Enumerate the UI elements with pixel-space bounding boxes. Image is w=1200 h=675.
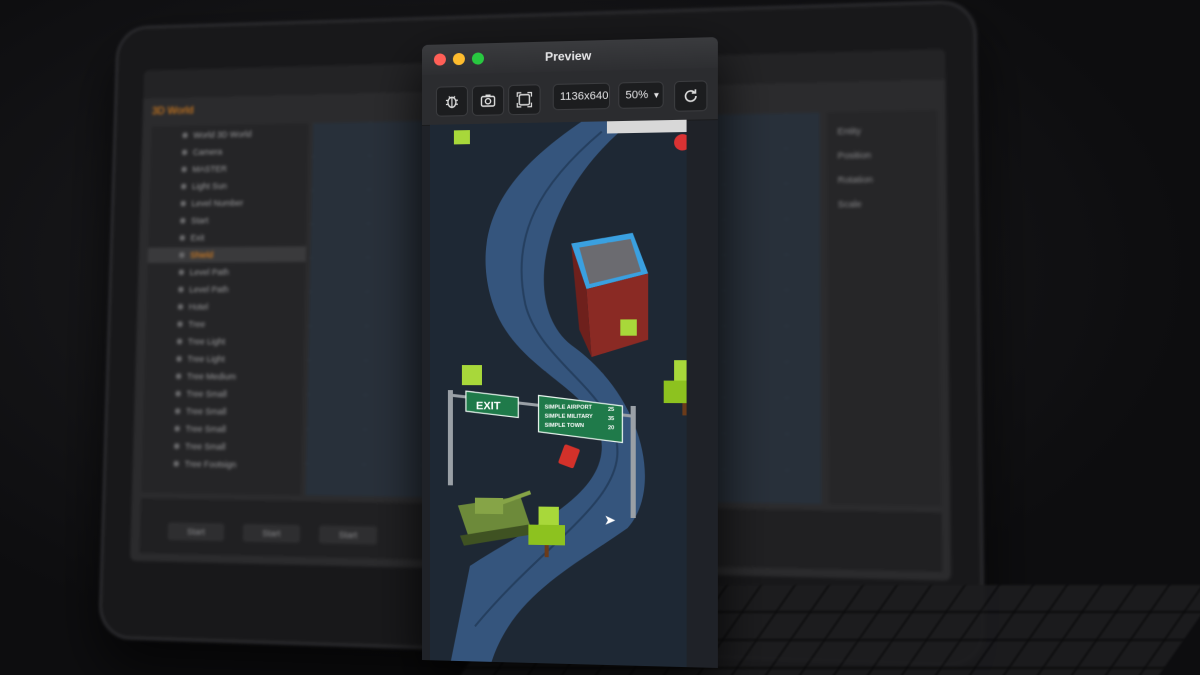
window-title: Preview (422, 45, 718, 67)
node-icon (178, 304, 184, 310)
svg-text:SIMPLE MILITARY: SIMPLE MILITARY (545, 414, 594, 420)
game-scene: EXIT SIMPLE AIRPORT SIMPLE MILITARY SIMP… (430, 120, 687, 667)
node-icon (176, 373, 182, 379)
zoom-select[interactable]: 50% ▼ (618, 81, 663, 109)
tree (454, 130, 470, 144)
resolution-value: 1136x640 (560, 90, 609, 103)
bug-icon[interactable] (436, 86, 468, 117)
preview-toolbar: 1136x640 50% ▼ (422, 68, 718, 126)
svg-text:35: 35 (608, 416, 614, 422)
hierarchy-item-label: Level Path (190, 267, 230, 277)
hierarchy-item-label: Tree Small (186, 406, 226, 416)
inspector-label: Rotation (838, 173, 928, 184)
resolution-select[interactable]: 1136x640 (553, 83, 610, 111)
editor-tab[interactable]: 3D World (152, 105, 194, 117)
hierarchy-item[interactable]: Tree Medium (144, 368, 303, 384)
hierarchy-item[interactable]: Shield (148, 246, 306, 263)
node-icon (181, 184, 187, 190)
node-icon (175, 408, 181, 414)
hierarchy-item[interactable]: Tree Light (145, 351, 304, 367)
hierarchy-item-label: Exit (190, 233, 204, 243)
node-icon (180, 218, 186, 224)
hierarchy-item[interactable]: MASTER (150, 160, 308, 178)
hierarchy-item-label: Shield (190, 250, 213, 260)
node-icon (173, 461, 179, 467)
node-icon (180, 201, 186, 207)
hierarchy-item[interactable]: Level Number (149, 194, 307, 211)
inspector-panel: Entity Position Rotation Scale (827, 110, 942, 506)
hierarchy-item[interactable]: Light Sun (150, 177, 308, 195)
hierarchy-item-label: Hotel (189, 302, 209, 312)
timeline-button[interactable]: Start (319, 525, 377, 544)
hierarchy-item-label: World 3D World (193, 129, 251, 140)
hierarchy-item[interactable]: Level Path (147, 281, 305, 297)
scene-background: 3D World World 3D World Camera MASTER Light… (0, 0, 1200, 675)
svg-text:SIMPLE AIRPORT: SIMPLE AIRPORT (545, 405, 593, 411)
node-icon (179, 269, 185, 275)
hierarchy-item[interactable]: Start (149, 212, 307, 229)
node-icon (179, 252, 185, 258)
hierarchy-item[interactable]: Tree Small (144, 386, 303, 403)
hierarchy-item-label: Tree Small (185, 424, 226, 434)
svg-text:EXIT: EXIT (476, 400, 501, 412)
hierarchy-item[interactable]: Tree Small (143, 421, 302, 438)
node-icon (179, 235, 185, 241)
tree (462, 365, 482, 385)
tree (620, 319, 636, 335)
hierarchy-item-label: Level Path (189, 285, 229, 295)
inspector-label: Scale (838, 198, 928, 209)
node-icon (176, 356, 182, 362)
sign-post (448, 390, 453, 485)
hierarchy-item-label: Level Number (191, 198, 243, 208)
zoom-value: 50% (625, 89, 648, 102)
hierarchy-item-label: Light Sun (192, 181, 227, 191)
hierarchy-item-label: Start (191, 216, 209, 226)
hierarchy-item[interactable]: World 3D World (151, 125, 308, 143)
hierarchy-item-label: Tree (188, 319, 205, 329)
chevron-down-icon: ▼ (652, 90, 660, 99)
hierarchy-item[interactable]: Tree Footsign (142, 455, 302, 473)
hierarchy-item-label: Tree Light (188, 337, 226, 347)
hierarchy-item[interactable]: Hotel (146, 299, 305, 315)
inspector-label: Position (838, 149, 928, 161)
camera-icon[interactable] (472, 85, 504, 116)
hierarchy-item-label: Tree Small (186, 389, 226, 399)
hierarchy-item[interactable]: Tree Small (143, 403, 302, 420)
hierarchy-item[interactable]: Camera (151, 142, 308, 160)
hierarchy-item-label: Tree Light (187, 354, 225, 364)
hierarchy-item-label: Tree Small (185, 441, 226, 451)
node-icon (175, 391, 181, 397)
svg-text:25: 25 (608, 407, 614, 413)
node-icon (182, 149, 188, 155)
barrier (607, 120, 687, 134)
node-icon (174, 443, 180, 449)
svg-text:20: 20 (608, 425, 614, 431)
hierarchy-item[interactable]: Tree Light (145, 334, 304, 350)
node-icon (177, 321, 183, 327)
hierarchy-item[interactable]: Tree (146, 316, 305, 332)
reload-icon[interactable] (674, 80, 707, 111)
hierarchy-item-label: Camera (193, 147, 223, 157)
node-icon (182, 132, 188, 138)
sign-post (631, 406, 636, 518)
scene-hierarchy-panel: World 3D World Camera MASTER Light Sun Level… (141, 123, 308, 495)
node-icon (178, 287, 184, 293)
hierarchy-item-label: Tree Footsign (184, 459, 236, 470)
inspector-label: Entity (837, 125, 927, 137)
fit-screen-icon[interactable] (508, 84, 540, 115)
hierarchy-item[interactable]: Level Path (147, 264, 305, 280)
game-view[interactable]: EXIT SIMPLE AIRPORT SIMPLE MILITARY SIMP… (430, 120, 687, 667)
hierarchy-item-label: Tree Medium (187, 371, 236, 381)
hierarchy-item[interactable]: Exit (148, 229, 306, 246)
node-icon (177, 339, 183, 345)
timeline-button[interactable]: Start (243, 524, 300, 543)
preview-window: Preview 1136x640 50% ▼ EXIT SIMPLE AIRPO… (422, 37, 718, 668)
timeline-button[interactable]: Start (168, 522, 225, 541)
node-icon (174, 426, 180, 432)
svg-text:SIMPLE TOWN: SIMPLE TOWN (545, 423, 584, 429)
node-icon (181, 167, 187, 173)
mouse-cursor-icon: ➤ (604, 511, 616, 528)
hierarchy-item-label: MASTER (192, 164, 227, 174)
hierarchy-item[interactable]: Tree Small (142, 438, 302, 456)
